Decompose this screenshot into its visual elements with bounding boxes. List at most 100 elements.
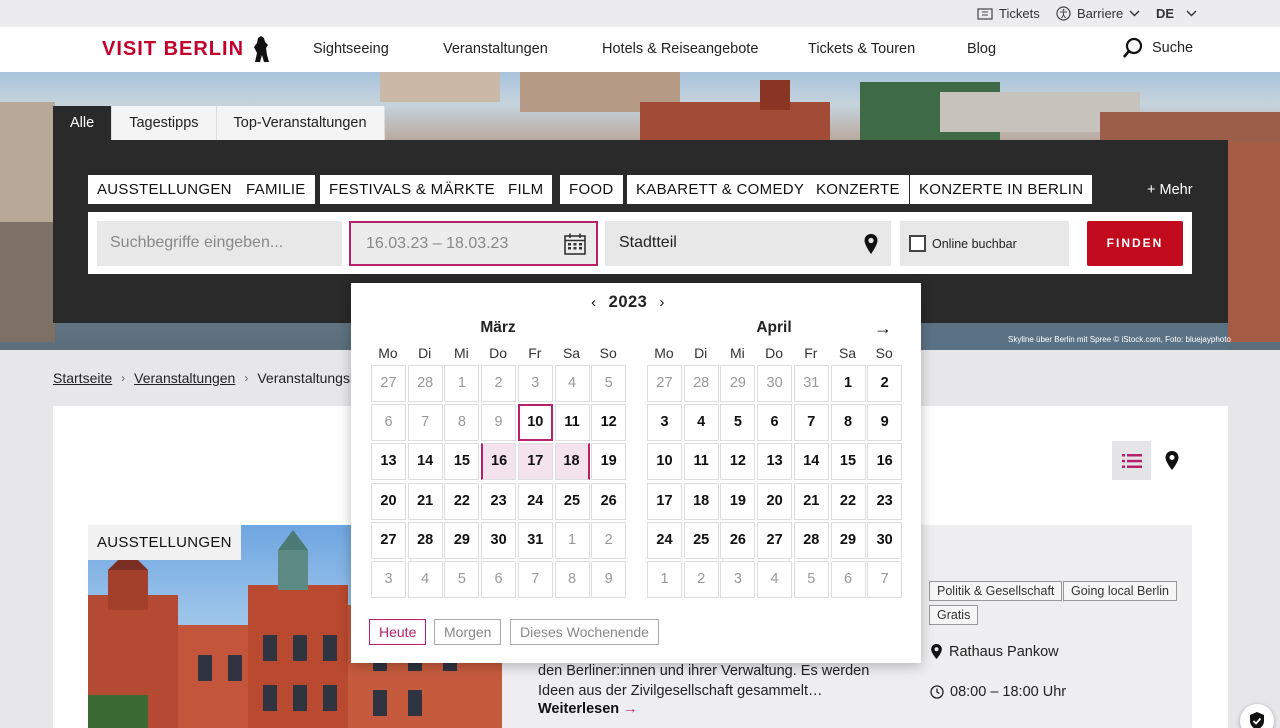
calendar-day[interactable]: 25 xyxy=(683,521,719,559)
calendar-day[interactable]: 23 xyxy=(867,482,903,520)
chevron-right-icon[interactable]: › xyxy=(659,294,665,311)
calendar-day[interactable]: 1 xyxy=(554,521,590,559)
calendar-day[interactable]: 10 xyxy=(647,443,682,481)
map-view-button[interactable] xyxy=(1164,450,1180,476)
calendar-day[interactable]: 9 xyxy=(481,404,517,442)
calendar-day[interactable]: 18 xyxy=(683,482,719,520)
more-categories-link[interactable]: + Mehr xyxy=(1147,182,1193,198)
calendar-day[interactable]: 27 xyxy=(371,521,406,559)
read-more-link[interactable]: Weiterlesen → xyxy=(538,701,638,717)
calendar-day[interactable]: 2 xyxy=(867,365,903,402)
category-chip-ausstellungen[interactable]: AUSSTELLUNGEN xyxy=(88,175,241,204)
calendar-day[interactable]: 30 xyxy=(481,521,517,559)
calendar-day[interactable]: 17 xyxy=(517,443,553,481)
calendar-day[interactable]: 19 xyxy=(591,443,627,481)
calendar-day[interactable]: 5 xyxy=(793,561,829,598)
calendar-day[interactable]: 22 xyxy=(830,482,866,520)
date-range-input[interactable]: 16.03.23 – 18.03.23 xyxy=(349,221,598,266)
calendar-day[interactable]: 22 xyxy=(444,482,480,520)
calendar-day[interactable]: 21 xyxy=(407,482,443,520)
calendar-day[interactable]: 9 xyxy=(591,561,627,598)
calendar-day[interactable]: 27 xyxy=(647,365,682,402)
nav-hotels[interactable]: Hotels & Reiseangebote xyxy=(602,41,758,57)
calendar-day[interactable]: 30 xyxy=(867,521,903,559)
checkbox-box[interactable] xyxy=(909,235,926,252)
calendar-day[interactable]: 9 xyxy=(867,404,903,442)
calendar-day[interactable]: 8 xyxy=(444,404,480,442)
calendar-day[interactable]: 3 xyxy=(720,561,756,598)
language-dropdown[interactable]: DE xyxy=(1156,6,1197,21)
calendar-day[interactable]: 5 xyxy=(444,561,480,598)
calendar-day[interactable]: 31 xyxy=(517,521,553,559)
calendar-day[interactable]: 28 xyxy=(683,365,719,402)
calendar-day[interactable]: 16 xyxy=(867,443,903,481)
calendar-day[interactable]: 2 xyxy=(683,561,719,598)
calendar-day[interactable]: 8 xyxy=(830,404,866,442)
category-chip-konzerte[interactable]: KONZERTE xyxy=(807,175,909,204)
calendar-day[interactable]: 10 xyxy=(517,404,553,442)
calendar-day[interactable]: 7 xyxy=(793,404,829,442)
breadcrumb-events[interactable]: Veranstaltungen xyxy=(134,370,235,386)
quick-weekend-button[interactable]: Dieses Wochenende xyxy=(510,619,659,645)
calendar-day[interactable]: 26 xyxy=(591,482,627,520)
category-chip-familie[interactable]: FAMILIE xyxy=(237,175,315,204)
nav-veranstaltungen[interactable]: Veranstaltungen xyxy=(443,41,548,57)
calendar-day[interactable]: 28 xyxy=(407,365,443,402)
calendar-day[interactable]: 6 xyxy=(830,561,866,598)
next-month-arrow-icon[interactable]: → xyxy=(874,318,892,339)
calendar-day[interactable]: 13 xyxy=(371,443,406,481)
calendar-day[interactable]: 17 xyxy=(647,482,682,520)
nav-blog[interactable]: Blog xyxy=(967,41,996,57)
tag-gratis[interactable]: Gratis xyxy=(929,605,979,625)
online-bookable-checkbox[interactable]: Online buchbar xyxy=(900,221,1069,266)
calendar-day[interactable]: 3 xyxy=(647,404,682,442)
calendar-day[interactable]: 15 xyxy=(444,443,480,481)
calendar-day[interactable]: 16 xyxy=(481,443,517,481)
calendar-day[interactable]: 25 xyxy=(554,482,590,520)
calendar-day[interactable]: 4 xyxy=(683,404,719,442)
calendar-day[interactable]: 7 xyxy=(517,561,553,598)
calendar-day[interactable]: 28 xyxy=(793,521,829,559)
calendar-day[interactable]: 4 xyxy=(407,561,443,598)
calendar-day[interactable]: 1 xyxy=(444,365,480,402)
calendar-day[interactable]: 6 xyxy=(481,561,517,598)
calendar-day[interactable]: 3 xyxy=(371,561,406,598)
breadcrumb-home[interactable]: Startseite xyxy=(53,370,112,386)
calendar-day[interactable]: 11 xyxy=(683,443,719,481)
calendar-day[interactable]: 7 xyxy=(867,561,903,598)
quick-today-button[interactable]: Heute xyxy=(369,619,427,645)
visit-berlin-logo[interactable]: VISIT BERLIN xyxy=(102,35,270,63)
calendar-day[interactable]: 21 xyxy=(793,482,829,520)
calendar-day[interactable]: 29 xyxy=(444,521,480,559)
tab-tagestipps[interactable]: Tagestipps xyxy=(112,106,217,140)
calendar-day[interactable]: 29 xyxy=(830,521,866,559)
barriere-dropdown[interactable]: Barriere xyxy=(1056,6,1140,21)
calendar-day[interactable]: 7 xyxy=(407,404,443,442)
category-chip-food[interactable]: FOOD xyxy=(560,175,623,204)
category-chip-kabarett[interactable]: KABARETT & COMEDY xyxy=(627,175,814,204)
nav-tickets-touren[interactable]: Tickets & Touren xyxy=(808,41,915,57)
calendar-day[interactable]: 20 xyxy=(371,482,406,520)
nav-sightseeing[interactable]: Sightseeing xyxy=(313,41,389,57)
calendar-day[interactable]: 14 xyxy=(793,443,829,481)
calendar-day[interactable]: 13 xyxy=(757,443,793,481)
calendar-day[interactable]: 8 xyxy=(554,561,590,598)
calendar-day[interactable]: 15 xyxy=(830,443,866,481)
calendar-day[interactable]: 28 xyxy=(407,521,443,559)
calendar-day[interactable]: 1 xyxy=(647,561,682,598)
calendar-day[interactable]: 4 xyxy=(757,561,793,598)
district-select[interactable]: Stadtteil xyxy=(605,221,891,266)
tab-top-veranstaltungen[interactable]: Top-Veranstaltungen xyxy=(216,106,385,140)
calendar-day[interactable]: 5 xyxy=(591,365,627,402)
calendar-day[interactable]: 1 xyxy=(830,365,866,402)
list-view-button[interactable] xyxy=(1112,441,1151,480)
calendar-day[interactable]: 14 xyxy=(407,443,443,481)
tickets-link[interactable]: Tickets xyxy=(977,6,1040,21)
search-button[interactable]: Suche xyxy=(1122,37,1193,59)
calendar-day[interactable]: 12 xyxy=(720,443,756,481)
calendar-day[interactable]: 2 xyxy=(481,365,517,402)
calendar-day[interactable]: 4 xyxy=(554,365,590,402)
quick-tomorrow-button[interactable]: Morgen xyxy=(434,619,502,645)
calendar-day[interactable]: 6 xyxy=(757,404,793,442)
find-button[interactable]: FINDEN xyxy=(1087,221,1183,266)
